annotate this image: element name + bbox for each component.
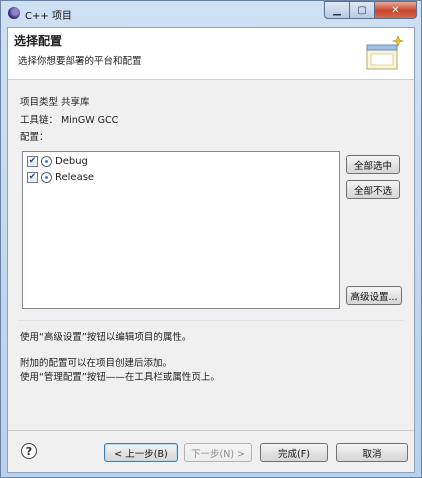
next-button[interactable]: 下一步(N) > [184,443,252,462]
debug-label: Debug [55,155,88,167]
close-button[interactable]: ✕ [374,1,417,19]
minimize-button[interactable]: ▁ [324,1,349,19]
maximize-button[interactable]: ▢ [349,1,374,19]
back-button[interactable]: < 上一步(B) [104,443,178,462]
description-line: 附加的配置可以在项目创建后添加。 [20,358,173,369]
select-all-button[interactable]: 全部选中 [346,155,400,174]
close-icon: ✕ [391,4,400,16]
maximize-icon: ▢ [357,4,367,16]
footer-divider [8,430,414,431]
project-type-text: 项目类型 共享库 [20,97,90,108]
title-bar[interactable]: C++ 项目 ▁ ▢ ✕ [1,1,421,27]
finish-button[interactable]: 完成(F) [260,443,328,462]
configurations-list[interactable]: ✔ Debug ✔ Release [22,151,340,309]
dialog-content: 选择配置 选择你想要部署的平台和配置 项目类型 共享库 工具链： MinGW G… [7,27,415,473]
page-description: 选择你想要部署的平台和配置 [18,56,142,67]
eclipse-icon [8,7,20,19]
list-item-release[interactable]: ✔ Release [27,170,94,184]
minimize-icon: ▁ [333,4,341,16]
help-icon[interactable]: ? [21,443,37,459]
list-item-debug[interactable]: ✔ Debug [27,154,88,168]
description-line: 使用“管理配置”按钮——在工具栏或属性页上。 [20,372,220,383]
release-checkbox[interactable]: ✔ [27,171,38,183]
wizard-banner-icon [366,35,404,70]
window-controls: ▁ ▢ ✕ [324,1,417,19]
configurations-label: 配置： [20,132,49,143]
wizard-header: 选择配置 选择你想要部署的平台和配置 [8,28,414,80]
configuration-icon [41,155,52,167]
deselect-all-button[interactable]: 全部不选 [346,180,400,199]
release-label: Release [55,171,95,183]
toolchain-text: 工具链： MinGW GCC [20,115,119,126]
description-panel: 使用“高级设置”按钮以编辑项目的属性。 附加的配置可以在项目创建后添加。 使用“… [18,320,404,416]
configuration-icon [41,171,52,183]
window-title: C++ 项目 [25,11,72,22]
advanced-settings-button[interactable]: 高级设置... [346,286,402,305]
debug-checkbox[interactable]: ✔ [27,155,38,167]
dialog-window: C++ 项目 ▁ ▢ ✕ 选择配置 选择你想要部署的平台和配置 项目类型 共享库… [0,0,422,478]
page-title: 选择配置 [14,34,63,48]
cancel-button[interactable]: 取消 [336,443,408,462]
description-line: 使用“高级设置”按钮以编辑项目的属性。 [20,332,192,343]
